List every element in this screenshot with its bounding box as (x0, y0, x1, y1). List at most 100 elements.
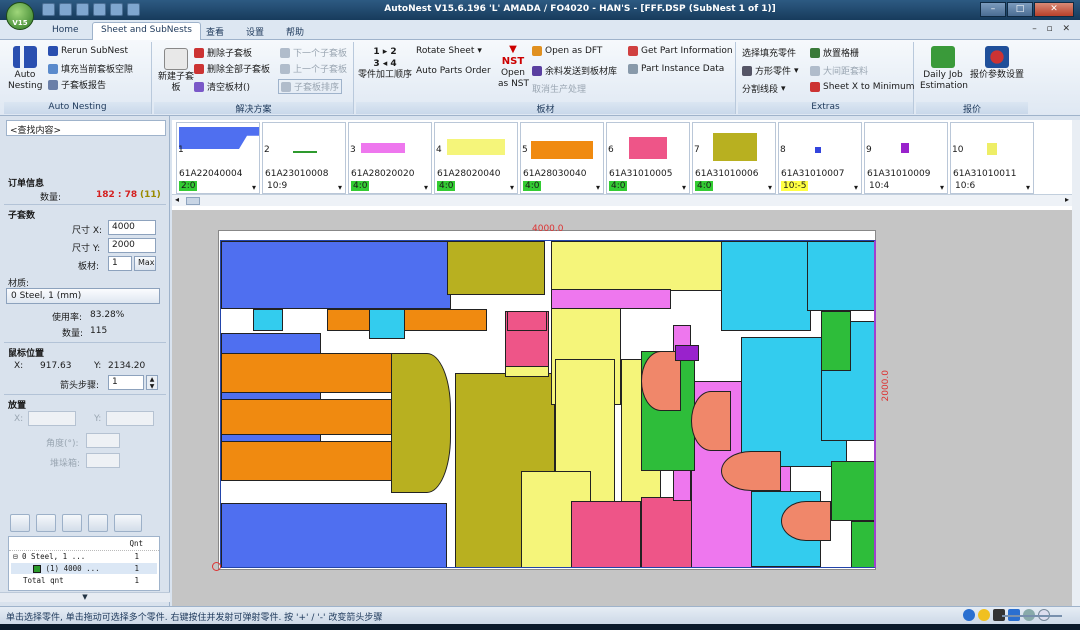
open-icon[interactable] (59, 3, 72, 16)
scroll-left-icon[interactable]: ◂ (175, 195, 179, 204)
dropdown-arrow-icon[interactable]: ▾ (854, 183, 858, 192)
nested-part[interactable] (851, 521, 874, 567)
place-y-input[interactable] (106, 411, 154, 426)
scroll-right-icon[interactable]: ▸ (1065, 195, 1069, 204)
maximize-button[interactable]: □ (1007, 2, 1033, 17)
daily-job-button[interactable]: Daily Job Estimation (920, 46, 968, 92)
flip-icon[interactable] (10, 514, 30, 532)
scroll-thumb[interactable] (186, 197, 200, 205)
dropdown-arrow-icon[interactable]: ▾ (510, 183, 514, 192)
zoom-slider[interactable] (1002, 615, 1062, 617)
quote-params-button[interactable]: 报价参数设置 (968, 46, 1026, 81)
smiley-icon[interactable] (978, 609, 990, 621)
nested-part[interactable] (807, 241, 874, 311)
nested-part[interactable] (551, 241, 731, 291)
step-input[interactable]: 1 (108, 375, 144, 390)
stack-input[interactable] (86, 453, 120, 468)
undo-icon[interactable] (110, 3, 123, 16)
dropdown-arrow-icon[interactable]: ▾ (424, 183, 428, 192)
dropdown-arrow-icon[interactable]: ▾ (596, 183, 600, 192)
part-thumbnail[interactable]: 1 61A22040004 2:0 ▾ (176, 122, 260, 194)
search-input[interactable]: <查找内容> (6, 120, 166, 136)
help-icon[interactable] (963, 609, 975, 621)
part-thumbnail[interactable]: 9 61A31010009 10:4 ▾ (864, 122, 948, 194)
dropdown-arrow-icon[interactable]: ▾ (252, 183, 256, 192)
tab-view[interactable]: 查看 (198, 23, 232, 40)
subnest-report-button[interactable]: 子套板报告 (48, 78, 106, 91)
app-menu-button[interactable]: V15 (6, 2, 34, 30)
tab-home[interactable]: Home (44, 23, 87, 37)
dropdown-arrow-icon[interactable]: ▾ (940, 183, 944, 192)
nest-canvas[interactable]: 4000.0 2000.0 (172, 210, 1072, 606)
nested-part[interactable] (821, 311, 851, 371)
max-button[interactable]: Max (134, 256, 156, 271)
nested-part[interactable] (551, 289, 671, 309)
sort-az-icon[interactable] (114, 514, 142, 532)
dropdown-arrow-icon[interactable]: ▾ (768, 183, 772, 192)
dropdown-arrow-icon[interactable]: ▾ (1026, 183, 1030, 192)
dropdown-arrow-icon[interactable]: ▾ (682, 183, 686, 192)
auto-parts-order-button[interactable]: Auto Parts Order (416, 66, 491, 76)
open-as-dft-button[interactable]: Open as DFT (532, 46, 602, 56)
move-right-icon[interactable] (88, 514, 108, 532)
nested-part[interactable] (221, 503, 447, 567)
get-part-info-button[interactable]: Get Part Information (628, 46, 733, 56)
nested-part[interactable] (781, 501, 831, 541)
delete-subnest-button[interactable]: 删除子套板 (194, 46, 252, 59)
nested-part[interactable] (253, 309, 283, 331)
material-button[interactable]: 0 Steel, 1 (mm) (6, 288, 160, 304)
sheet-x-min-button[interactable]: Sheet X to Minimum (810, 82, 915, 92)
tree-row[interactable]: Total qnt 1 (11, 575, 157, 586)
nested-part[interactable] (675, 345, 699, 361)
disk-icon[interactable] (93, 3, 106, 16)
parts-strip-scrollbar[interactable]: ◂ ▸ (172, 194, 1072, 206)
nested-part[interactable] (391, 353, 451, 493)
nested-part[interactable] (721, 241, 811, 331)
nested-part[interactable] (447, 241, 545, 295)
angle-input[interactable] (86, 433, 120, 448)
nested-part[interactable] (221, 333, 321, 453)
clear-sheet-button[interactable]: 清空板材() (194, 80, 250, 93)
size-y-input[interactable]: 2000 (108, 238, 156, 253)
part-thumbnail[interactable]: 7 61A31010006 4:0 ▾ (692, 122, 776, 194)
part-thumbnail[interactable]: 3 61A28020020 4:0 ▾ (348, 122, 432, 194)
nested-part[interactable] (507, 311, 547, 331)
delete-all-button[interactable]: 删除全部子套板 (194, 62, 270, 75)
redo-icon[interactable] (127, 3, 140, 16)
tab-settings[interactable]: 设置 (238, 23, 272, 40)
part-thumbnail[interactable]: 8 61A31010007 10:-5 ▾ (778, 122, 862, 194)
auto-nesting-button[interactable]: Auto Nesting (8, 46, 42, 92)
new-subnest-button[interactable]: 新建子套板 (156, 48, 196, 94)
select-fill-parts-button[interactable]: 选择填充零件 (742, 46, 796, 59)
parts-order-button[interactable]: 1 ▸ 23 ◂ 4 零件加工顺序 (358, 46, 412, 81)
part-thumbnail[interactable]: 2 61A23010008 10:9 ▾ (262, 122, 346, 194)
step-spinner[interactable]: ▲ ▼ (146, 375, 158, 390)
close-button[interactable]: ✕ (1034, 2, 1074, 17)
place-grid-button[interactable]: 放置格栅 (810, 46, 859, 59)
rotate-sheet-button[interactable]: Rotate Sheet ▾ (416, 46, 482, 56)
mirror-icon[interactable] (36, 514, 56, 532)
nested-part[interactable] (721, 451, 781, 491)
nested-part[interactable] (327, 309, 487, 331)
part-thumbnail[interactable]: 5 61A28030040 4:0 ▾ (520, 122, 604, 194)
print-icon[interactable] (76, 3, 89, 16)
minimize-button[interactable]: – (980, 2, 1006, 17)
save-icon[interactable] (42, 3, 55, 16)
tab-help[interactable]: 帮助 (278, 23, 312, 40)
nested-part[interactable] (691, 391, 731, 451)
part-thumbnail[interactable]: 10 61A31010011 10:6 ▾ (950, 122, 1034, 194)
right-scrollbar[interactable] (1072, 120, 1080, 606)
split-lines-button[interactable]: 分割线段 ▾ (742, 82, 786, 96)
nested-part[interactable] (221, 353, 393, 393)
tree-row[interactable]: (1) 4000 ... 1 (11, 563, 157, 574)
place-x-input[interactable] (28, 411, 76, 426)
part-thumbnail[interactable]: 6 61A31010005 4:0 ▾ (606, 122, 690, 194)
rerun-subnest-button[interactable]: Rerun SubNest (48, 46, 128, 56)
nested-part[interactable] (571, 501, 641, 567)
tree-row[interactable]: ⊟ 0 Steel, 1 ... 1 (11, 551, 157, 562)
prev-subnest-button[interactable]: 上一个子套板 (280, 62, 347, 75)
square-parts-button[interactable]: 方形零件 ▾ (742, 64, 799, 77)
mdi-controls[interactable]: – ▫ ✕ (1032, 24, 1074, 34)
sort-subnest-button[interactable]: 子套板排序 (278, 79, 343, 94)
part-thumbnail[interactable]: 4 61A28020040 4:0 ▾ (434, 122, 518, 194)
